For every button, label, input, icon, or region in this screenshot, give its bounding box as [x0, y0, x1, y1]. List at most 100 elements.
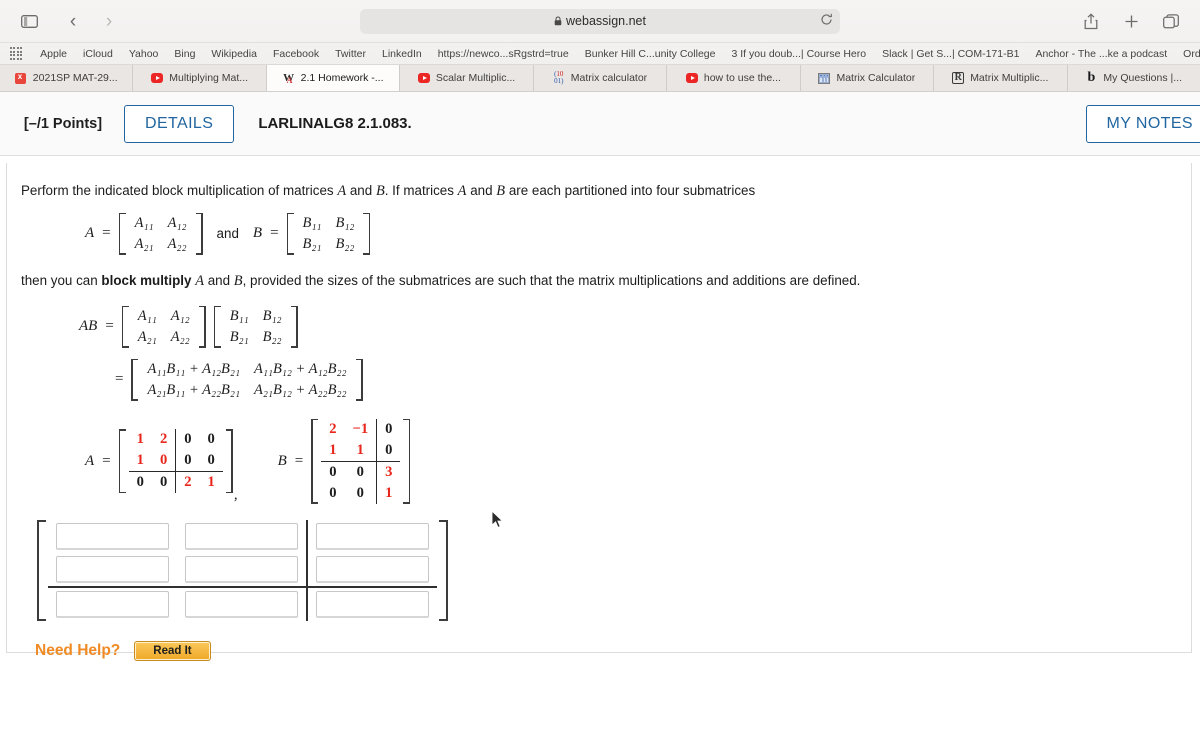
intro-text-3: are each partitioned into four submatric…: [508, 183, 756, 198]
bookmarks-bar: Apple iCloud Yahoo Bing Wikipedia Facebo…: [0, 42, 1200, 64]
tab-label: how to use the...: [703, 72, 781, 84]
bookmark-twitter[interactable]: Twitter: [327, 43, 374, 65]
bookmark-newco[interactable]: https://newco...sRgstrd=true: [430, 43, 577, 65]
tab-scalar-multiplication[interactable]: Scalar Multiplic...: [400, 65, 534, 91]
answer-input-33[interactable]: [316, 590, 429, 618]
numeric-b-label: B: [277, 452, 287, 469]
bookmark-facebook[interactable]: Facebook: [265, 43, 327, 65]
bookmark-anchor[interactable]: Anchor - The ...ke a podcast: [1027, 43, 1175, 65]
answer-input-21[interactable]: [56, 555, 169, 583]
equals-sign-3: =: [105, 318, 114, 335]
sidebar-icon[interactable]: [14, 8, 44, 34]
matrix-a-cell-34: 1: [207, 474, 215, 491]
bookmark-bunker-hill[interactable]: Bunker Hill C...unity College: [577, 43, 724, 65]
tab-matrix-multiplication[interactable]: R Matrix Multiplic...: [934, 65, 1068, 91]
tab-how-to-use-the[interactable]: how to use the...: [667, 65, 801, 91]
tab-2021sp-mat[interactable]: 2021SP MAT-29...: [0, 65, 134, 91]
my-notes-button[interactable]: MY NOTES: [1085, 105, 1200, 143]
bookmark-bing[interactable]: Bing: [166, 43, 203, 65]
bookmark-icloud[interactable]: iCloud: [75, 43, 121, 65]
bookmark-slack[interactable]: Slack | Get S...| COM-171-B1: [874, 43, 1027, 65]
matrix-b-cell-43: 1: [385, 484, 393, 501]
symbolic-a-label: A: [85, 225, 95, 242]
tab-label: Scalar Multiplic...: [435, 72, 516, 84]
cell-b12-b: B₁₂: [262, 307, 282, 324]
bookmark-yahoo[interactable]: Yahoo: [121, 43, 167, 65]
apps-grid-icon[interactable]: [10, 47, 23, 60]
intro-var-b2: B: [496, 183, 506, 199]
expansion-cell-21: A₂₁B₁₁ + A₂₂B₂₁: [147, 381, 240, 398]
then-var-b: B: [233, 272, 243, 289]
question-header: [–/1 Points] DETAILS LARLINALG8 2.1.083.…: [0, 92, 1200, 156]
tab-2-1-homework[interactable]: WA 2.1 Homework -...: [266, 65, 401, 91]
expansion-cell-22: A₂₁B₁₂ + A₂₂B₂₂: [254, 381, 347, 398]
intro-text-1: Perform the indicated block multiplicati…: [21, 183, 334, 198]
matrix-b-symbolic-2: B₁₁ B₁₂ B₂₁ B₂₂: [213, 304, 298, 350]
matrix-a-symbolic-2: A₁₁ A₁₂ A₂₁ A₂₂: [121, 304, 206, 350]
forward-button[interactable]: ›: [94, 8, 124, 34]
youtube-icon: [417, 72, 430, 84]
excel-icon: [15, 72, 27, 84]
need-help-section: Need Help? Read It: [35, 640, 1177, 661]
back-button[interactable]: ‹: [58, 8, 88, 34]
matrix-a-cell-22: 0: [151, 450, 177, 473]
tab-multiplying-matrices[interactable]: Multiplying Mat...: [133, 65, 267, 91]
read-it-button[interactable]: Read It: [134, 640, 211, 661]
browser-toolbar: ‹ › ħ webassign.net: [0, 0, 1200, 42]
tab-label: Matrix calculator: [570, 72, 648, 84]
answer-input-22[interactable]: [185, 555, 298, 583]
answer-input-12[interactable]: [185, 522, 298, 550]
then-and: and: [207, 272, 231, 288]
matrix-b-cell-33: 3: [385, 463, 393, 480]
answer-input-31[interactable]: [56, 590, 169, 618]
answer-input-grid: [48, 519, 437, 621]
bookmark-apple[interactable]: Apple: [32, 43, 75, 65]
cell-a12: A₁₂: [167, 214, 187, 231]
intro-var-a: A: [337, 183, 347, 199]
matrix-b-row: 001: [321, 482, 400, 504]
bookmark-order-received[interactable]: Order received: [1175, 43, 1200, 65]
tab-label: My Questions |...: [1103, 72, 1183, 84]
tab-matrix-calculator-lc[interactable]: (10 01) Matrix calculator: [533, 65, 668, 91]
cell-a21-b: A₂₁: [137, 328, 157, 345]
url-text-group: webassign.net: [554, 14, 646, 28]
webassign-page: [–/1 Points] DETAILS LARLINALG8 2.1.083.…: [0, 92, 1200, 749]
tab-overview-icon[interactable]: [1156, 8, 1186, 34]
question-body: Perform the indicated block multiplicati…: [6, 163, 1192, 661]
then-var-a: A: [195, 272, 204, 289]
cell-b21: B₂₁: [302, 235, 322, 252]
share-icon[interactable]: [1076, 8, 1106, 34]
bookmark-linkedin[interactable]: LinkedIn: [374, 43, 430, 65]
cell-a21: A₂₁: [134, 235, 154, 252]
matrix-b-cell-21: 1: [321, 439, 345, 462]
address-bar[interactable]: webassign.net: [360, 8, 840, 34]
cell-b11: B₁₁: [302, 214, 322, 231]
cell-b12: B₁₂: [335, 214, 355, 231]
reload-icon[interactable]: [820, 13, 833, 29]
bookmark-course-hero[interactable]: 3 If you doub...| Course Hero: [723, 43, 874, 65]
details-button[interactable]: DETAILS: [124, 104, 235, 143]
tab-matrix-calculator-uc[interactable]: Matrix Calculator: [800, 65, 935, 91]
ab-product-row: AB = A₁₁ A₁₂ A₂₁ A₂₂ B₁₁ B₁₂ B₂₁ B₂₂: [79, 304, 1177, 350]
block-multiply-paragraph: then you can block multiply A and B, pro…: [21, 271, 1177, 292]
matrix-b-cell-42: 0: [344, 482, 378, 504]
need-help-label: Need Help?: [35, 641, 121, 659]
new-tab-icon[interactable]: [1116, 8, 1146, 34]
bookmark-wikipedia[interactable]: Wikipedia: [203, 43, 265, 65]
toolbar-right-group: [1076, 8, 1186, 34]
answer-input-11[interactable]: [56, 522, 169, 550]
answer-row: [48, 586, 437, 621]
tab-my-questions[interactable]: b My Questions |...: [1067, 65, 1200, 91]
lock-icon: [554, 16, 562, 26]
comma-separator: ,: [233, 486, 238, 503]
answer-input-32[interactable]: [185, 590, 298, 618]
matrix-b-numeric: 2 −1 0 1 1 0 0 0 3 0 0 1: [311, 417, 411, 506]
answer-input-13[interactable]: [316, 522, 429, 550]
answer-row: [48, 552, 437, 588]
spreadsheet-icon: [818, 72, 831, 84]
matrix-a-row: 1000: [128, 450, 223, 473]
answer-input-23[interactable]: [316, 555, 429, 583]
matrix-b-row: 003: [321, 461, 400, 483]
matrix-b-cell-12: −1: [344, 418, 378, 440]
webassign-icon: WA: [283, 72, 295, 85]
